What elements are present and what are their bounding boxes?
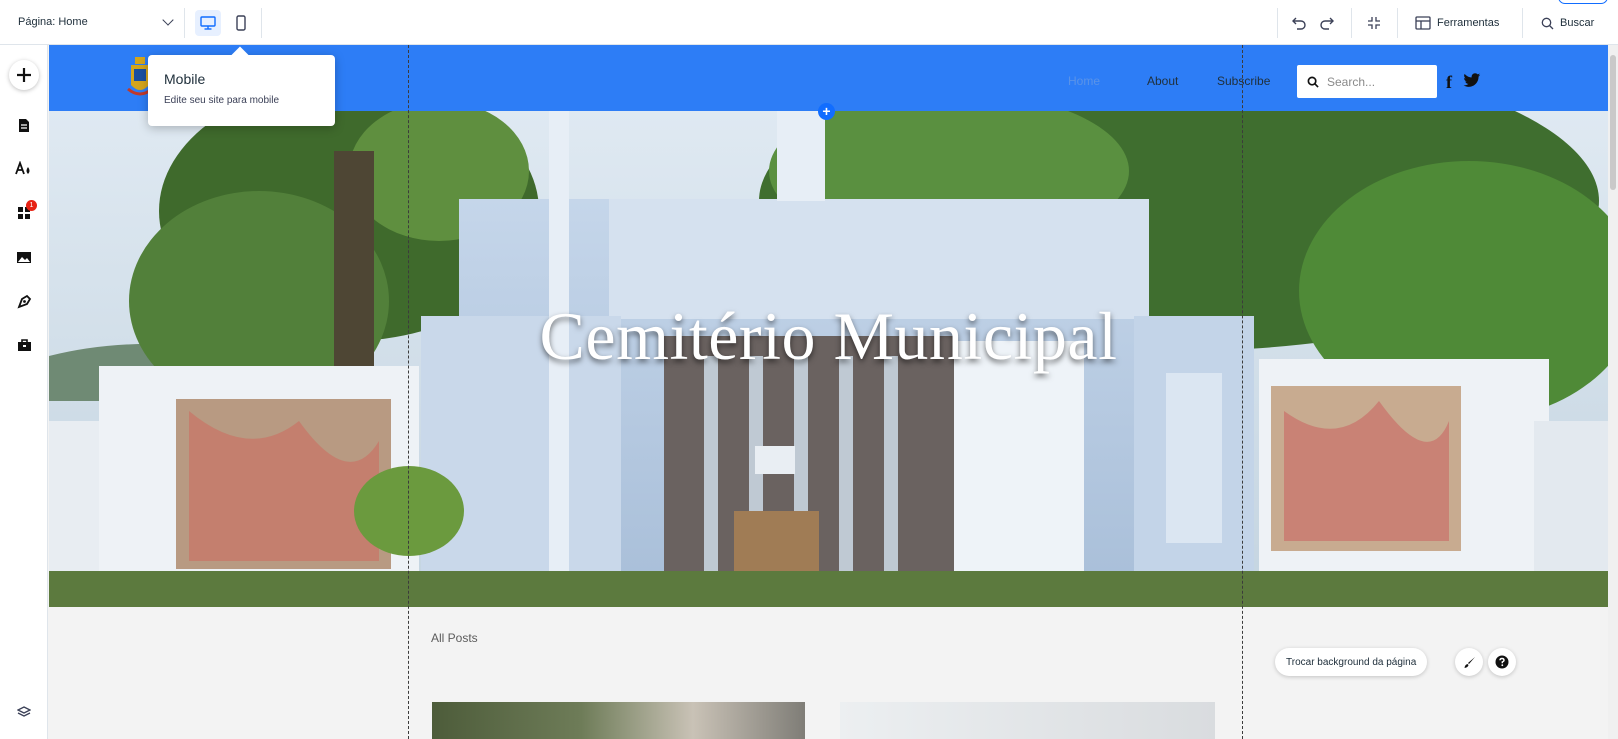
hero-title[interactable]: Cemitério Municipal [49,297,1608,376]
mobile-view-button[interactable] [228,10,254,36]
toolbar-divider [1277,8,1278,38]
tools-icon [1415,16,1431,30]
chevron-down-icon [162,14,174,26]
design-button[interactable] [1455,648,1483,676]
plus-icon [17,68,31,82]
help-icon [1495,655,1509,669]
search-icon [1541,17,1554,29]
undo-icon [1292,17,1306,30]
toolbar-divider [261,8,262,38]
tools-button[interactable]: Ferramentas [1415,10,1499,36]
page-selector-label: Página: Home [18,16,88,28]
add-elements-button[interactable] [9,60,39,90]
briefcase-icon [17,339,31,351]
layout-guide-left [408,45,409,739]
apps-button[interactable]: 1 [9,198,39,228]
site-search-placeholder: Search... [1327,74,1376,89]
publish-button[interactable] [1558,0,1608,4]
twitter-icon[interactable] [1463,72,1481,93]
pages-button[interactable] [9,110,39,140]
editor-top-bar: Página: Home Ferramentas Buscar [0,0,1618,45]
image-icon [17,251,31,263]
toolbar-divider [184,8,185,38]
page-icon [19,118,29,132]
all-posts-link[interactable]: All Posts [431,631,478,645]
tooltip-title: Mobile [164,71,206,87]
facebook-icon[interactable]: f [1446,72,1452,93]
redo-button[interactable] [1319,10,1335,36]
layout-guide-right [1242,45,1243,739]
toolbar-divider [1522,8,1523,38]
toolbar-divider [1397,8,1398,38]
hero-strip[interactable]: Cemitério Municipal [49,111,1608,607]
nav-home[interactable]: Home [1068,74,1100,88]
site-search-box[interactable]: Search... [1297,65,1437,98]
zoom-out-button[interactable] [1367,10,1381,36]
search-icon [1307,76,1319,88]
notification-badge: 1 [26,200,37,211]
undo-button[interactable] [1291,10,1307,36]
search-label: Buscar [1560,17,1595,29]
mobile-tooltip: Mobile Edite seu site para mobile [148,55,335,126]
media-button[interactable] [9,242,39,272]
pen-nib-icon [16,294,31,309]
blog-button[interactable] [9,286,39,316]
post-thumbnail[interactable] [432,702,805,739]
desktop-icon [200,16,216,30]
tooltip-subtitle: Edite seu site para mobile [164,95,280,106]
tools-label: Ferramentas [1437,17,1500,29]
nav-subscribe[interactable]: Subscribe [1217,74,1270,88]
help-button[interactable] [1488,648,1516,676]
redo-icon [1320,17,1334,30]
page-selector[interactable]: Página: Home [10,9,180,35]
paint-brush-icon [1464,656,1475,668]
business-button[interactable] [9,330,39,360]
desktop-view-button[interactable] [195,10,221,36]
post-thumbnail[interactable] [840,702,1215,739]
text-paint-icon [15,160,30,174]
design-button[interactable] [9,153,39,183]
search-button[interactable]: Buscar [1541,10,1594,36]
toolbar-divider [1351,8,1352,38]
add-section-button[interactable]: + [818,103,835,120]
layers-icon [17,706,31,717]
nav-about[interactable]: About [1147,74,1178,88]
canvas-scrollbar-thumb[interactable] [1610,55,1616,190]
mobile-icon [236,15,246,31]
layers-button[interactable] [9,697,39,727]
zoom-out-icon [1368,17,1380,29]
editor-left-panel: 1 [0,45,48,739]
change-background-button[interactable]: Trocar background da página [1275,648,1428,676]
